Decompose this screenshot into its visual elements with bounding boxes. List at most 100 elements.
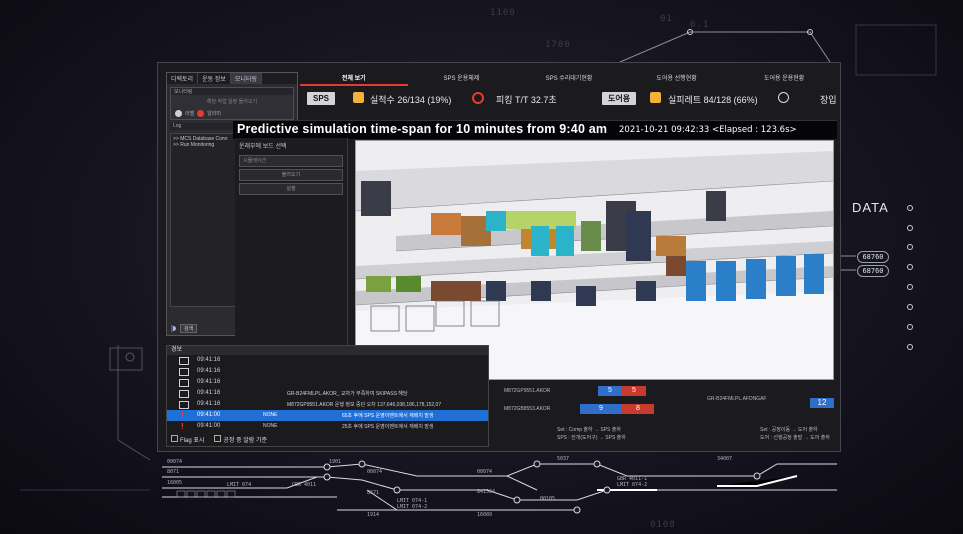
tab-sps-repair[interactable]: SPS 수리대기현황	[515, 72, 623, 86]
schematic-label: 34007	[717, 456, 732, 462]
row-time: 09:41:16	[197, 390, 221, 396]
alarm-criteria-label: 공정 중 알람 기준	[223, 438, 268, 444]
clock-icon	[472, 92, 484, 104]
tab-door-operation[interactable]: 도어용 운용현황	[730, 72, 838, 86]
schematic-tag: LMIT 074-2	[397, 504, 427, 510]
door-progress: 실피레트 84/128 (66%)	[668, 95, 758, 105]
hud-dot	[907, 344, 913, 350]
legend-line: Set : Comp 출하 → SPS 출하	[557, 427, 621, 433]
info-icon[interactable]	[778, 92, 789, 103]
monitor-icon	[179, 357, 189, 365]
picking-tact: 피킹 T/T 32.7초	[496, 95, 557, 105]
table-row[interactable]: 09:41:16	[167, 366, 488, 377]
hud-tag: 68760	[857, 251, 889, 263]
line-schematic: 00074 8071 16005 00074 00074 841504 5037…	[157, 450, 839, 525]
schematic-label: 16005	[167, 480, 182, 486]
row-message: M872GP9551.AKOR 운행 정보 중단 오차 137,646,038,…	[287, 402, 442, 408]
schematic-label: 00105	[540, 496, 555, 502]
checkbox[interactable]	[171, 435, 178, 442]
box-icon	[650, 92, 661, 103]
search-button[interactable]: 검색	[180, 323, 198, 333]
run-button[interactable]: 실행	[239, 183, 343, 195]
monitoring-box: 모니터링 해당 작업 일정 들어오기 라벨 알리미	[170, 87, 294, 120]
schematic-label: 8671	[367, 490, 379, 496]
row-time: 09:41:00	[197, 412, 221, 418]
monitor-icon	[179, 401, 189, 409]
status-item-label: 라벨	[185, 111, 195, 117]
hud-dot	[907, 304, 913, 310]
hud-tag: 68760	[857, 265, 889, 277]
row-message: 65초 후에 SPS 운영이벤트에서 재배치 발생	[342, 413, 434, 419]
status-item-label: 알리미	[207, 111, 222, 117]
model-code: M872GB8553.AKOR	[504, 406, 551, 412]
bar-right: 5	[622, 386, 646, 396]
top-navigation: 전체 보기 SPS 운용체제 SPS 수리대기현황 도어용 선행현황 도어용 운…	[300, 72, 838, 86]
sps-badge[interactable]: SPS	[307, 92, 336, 105]
hud-dot	[907, 205, 913, 211]
banner-title: Predictive simulation time-span for 10 m…	[237, 122, 608, 136]
legend-line: Set : 공정이동 → 도어 출하	[760, 427, 818, 433]
row-time: 09:41:16	[197, 357, 221, 363]
banner-timestamp: 2021-10-21 09:42:33 <Elapsed : 123.6s>	[619, 125, 797, 135]
table-row[interactable]: 09:41:16 M872GP9551.AKOR 운행 정보 중단 오차 137…	[167, 399, 488, 410]
hud-dot	[907, 284, 913, 290]
alert-icon: !	[181, 411, 184, 420]
table-row[interactable]: 09:41:16	[167, 355, 488, 366]
tab-directory[interactable]: 디렉토리	[167, 73, 199, 84]
search-input[interactable]	[171, 324, 173, 332]
board-select-title: 운래부에 보드 선택	[239, 144, 287, 150]
tab-monitoring[interactable]: 모니터링	[230, 73, 262, 84]
sps-progress: 실적수 26/134 (19%)	[370, 95, 452, 105]
monitor-icon	[179, 390, 189, 398]
alarm-log-panel: 경보 09:41:16 09:41:16 09:41:16 09:41:16 G…	[166, 345, 489, 447]
hud-dot	[907, 244, 913, 250]
tab-operation-info[interactable]: 운동 정보	[198, 73, 231, 84]
simulation-banner: Predictive simulation time-span for 10 m…	[233, 120, 837, 139]
status-bar: SPS 실적수 26/134 (19%) 피킹 T/T 32.7초 도어용 실피…	[300, 90, 838, 108]
row-time: 09:41:16	[197, 401, 221, 407]
alarm-criteria-toggle[interactable]: 공정 중 알람 기준	[214, 435, 267, 444]
bar-left: 9	[580, 404, 622, 414]
simulation-controls: 운래부에 보드 선택 시뮬레이션 불러오기 실행	[235, 138, 348, 348]
tab-sps-operation[interactable]: SPS 운용체제	[408, 72, 516, 86]
monitoring-hint: 해당 작업 일정 들어오기	[206, 99, 258, 105]
table-row[interactable]: 09:41:16 GR-B24FMLPL.AKOR_ 교차가 부족하여 SKIP…	[167, 388, 488, 399]
bar-left: 5	[598, 386, 622, 396]
tab-door-prelim[interactable]: 도어용 선행현황	[623, 72, 731, 86]
checkbox[interactable]	[214, 435, 222, 442]
schematic-tag: LMIT 074	[227, 482, 251, 488]
gear-icon	[175, 110, 182, 117]
alarm-icon[interactable]	[197, 110, 205, 117]
hud-dot	[907, 324, 913, 330]
door-badge[interactable]: 도어용	[602, 92, 637, 105]
hud-dot	[907, 264, 913, 270]
model-code: GR-B24FMLPL.AFDNGAF	[707, 396, 767, 402]
table-row[interactable]: ! 09:41:00 NONE 25초 후에 SPS 운영이벤트에서 재배치 발…	[167, 421, 488, 432]
box-icon	[353, 92, 364, 103]
row-code: NONE	[263, 412, 278, 418]
alarm-log-title: 경보	[167, 346, 488, 355]
table-row[interactable]: 09:41:16	[167, 377, 488, 388]
simulation-3d-view[interactable]	[355, 140, 834, 380]
schematic-label: 00074	[367, 469, 382, 475]
schematic-tag: GBR 4011	[292, 482, 316, 488]
factory-scene-illustration	[356, 141, 833, 379]
table-row-selected[interactable]: ! 09:41:00 NONE 65초 후에 SPS 운영이벤트에서 재배치 발…	[167, 410, 488, 421]
door-status-panel: GR-B24FMLPL.AFDNGAF 12 Set : 공정이동 → 도어 출…	[707, 382, 837, 444]
schematic-label: 1914	[367, 512, 379, 518]
monitoring-title: 모니터링	[171, 88, 293, 95]
model-code: M872GP9551.AKOR	[504, 388, 551, 394]
hud-data-label: DATA	[852, 200, 889, 215]
schematic-label: 5037	[557, 456, 569, 462]
load-button[interactable]: 불러오기	[239, 169, 343, 181]
flag-toggle[interactable]: Flag 표시	[171, 435, 204, 444]
schematic-tag: LMIT 074-2	[617, 482, 647, 488]
door-bar: 12	[810, 398, 834, 408]
schematic-label: 16089	[477, 512, 492, 518]
alert-icon: !	[181, 422, 184, 431]
bar-right: 8	[622, 404, 654, 414]
row-message: GR-B24FMLPL.AKOR_ 교차가 부족하여 SKIPASS 해당	[287, 391, 408, 397]
simulation-select[interactable]: 시뮬레이션	[239, 155, 343, 167]
monitor-icon	[179, 379, 189, 387]
tab-overview[interactable]: 전체 보기	[300, 72, 408, 86]
